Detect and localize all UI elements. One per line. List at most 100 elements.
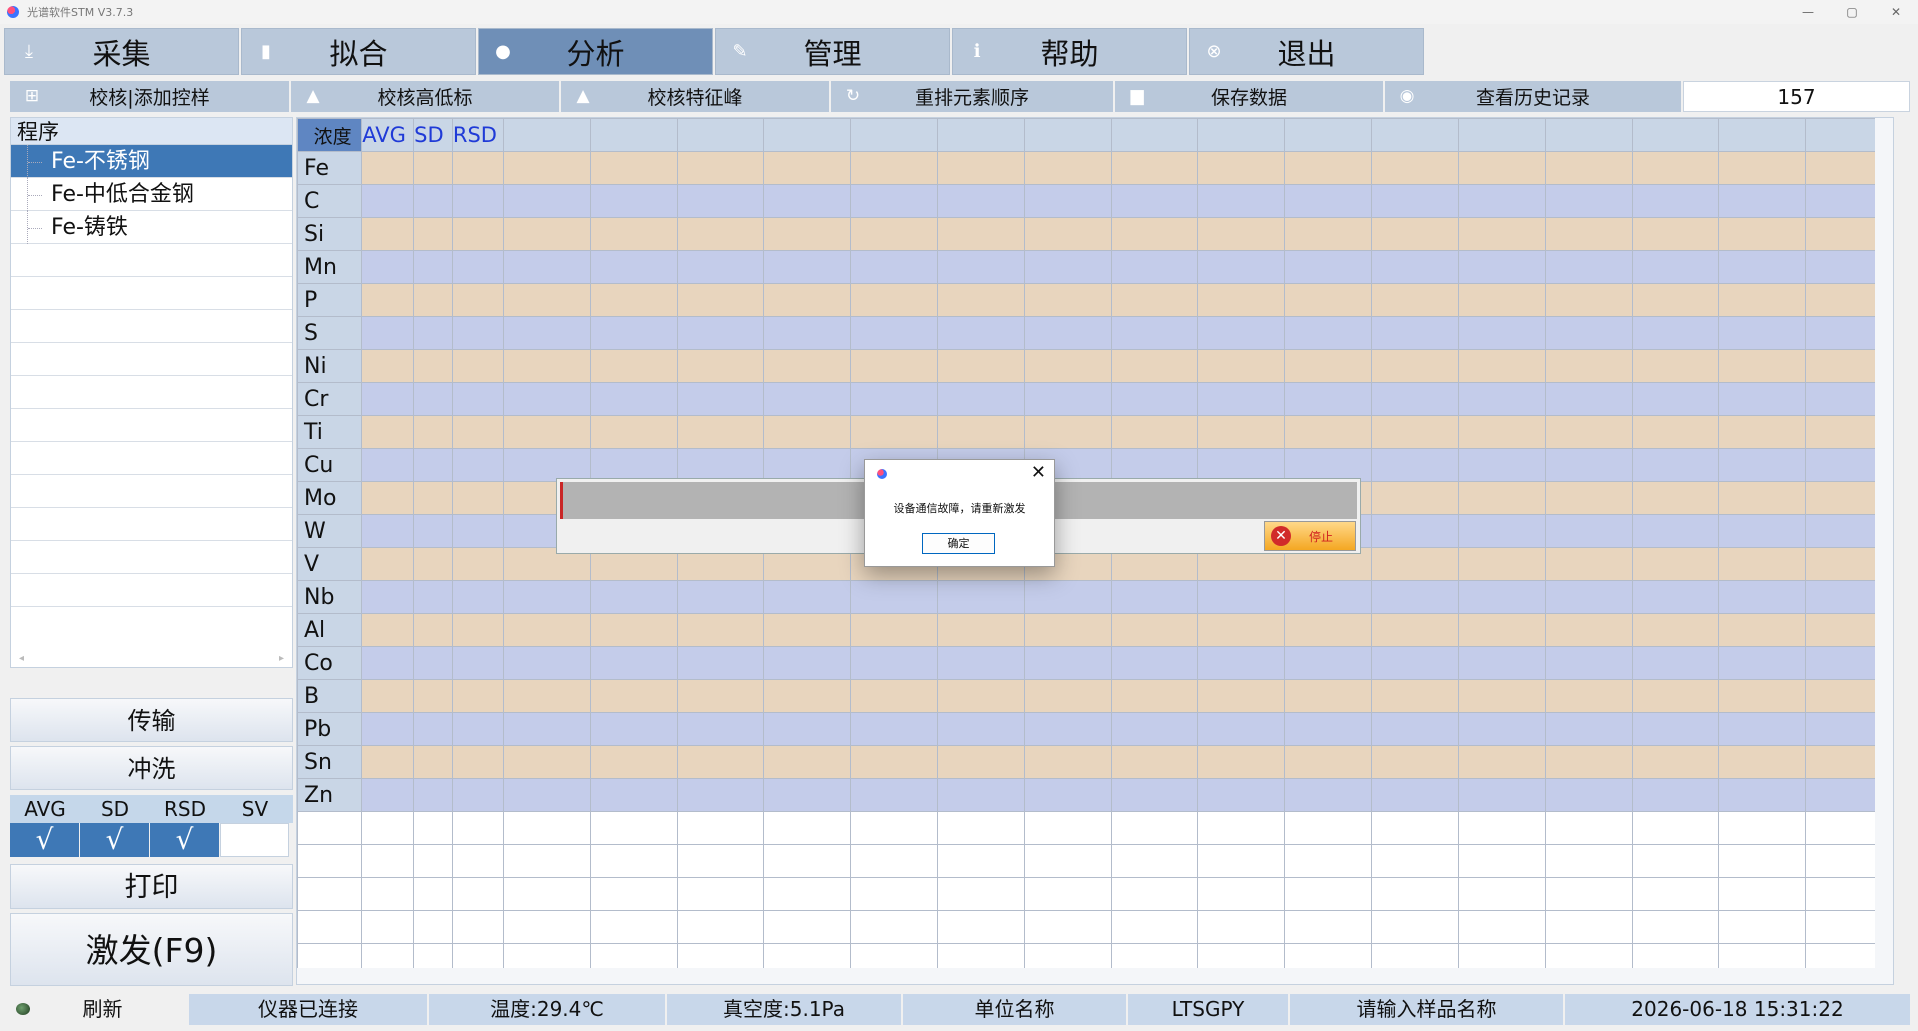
data-cell[interactable] [850,283,939,317]
save-data-button[interactable]: ▆ 保存数据 [1115,81,1385,112]
data-cell[interactable] [502,448,591,482]
data-cell[interactable] [1718,382,1807,416]
data-cell[interactable] [589,316,678,350]
data-cell[interactable] [1544,745,1633,779]
data-cell[interactable] [361,646,415,680]
data-cell[interactable] [1284,349,1373,383]
data-cell[interactable] [451,151,504,185]
data-cell[interactable] [502,646,591,680]
reorder-elements-button[interactable]: ↻ 重排元素顺序 [831,81,1115,112]
data-cell[interactable] [413,679,453,713]
data-cell[interactable] [1284,316,1373,350]
sv-checkbox[interactable] [220,823,289,857]
data-cell[interactable] [850,250,939,284]
data-cell[interactable] [937,712,1025,746]
data-cell[interactable] [1631,316,1720,350]
data-cell[interactable] [1371,250,1459,284]
data-cell[interactable] [1457,184,1546,218]
data-cell[interactable] [589,679,678,713]
data-cell[interactable] [1110,415,1199,449]
data-cell[interactable] [1371,646,1459,680]
data-cell[interactable] [589,349,678,383]
data-cell[interactable] [589,151,678,185]
data-cell[interactable] [451,184,504,218]
view-history-button[interactable]: ◉ 查看历史记录 [1385,81,1683,112]
data-cell[interactable] [413,250,453,284]
data-cell[interactable] [850,382,939,416]
data-cell[interactable] [763,679,852,713]
refresh-status[interactable]: 刷新 [8,994,187,1025]
data-cell[interactable] [1718,250,1807,284]
data-cell[interactable] [361,745,415,779]
data-cell[interactable] [1544,712,1633,746]
data-cell[interactable] [937,646,1025,680]
data-cell[interactable] [1284,283,1373,317]
data-cell[interactable] [763,613,852,647]
data-cell[interactable] [451,349,504,383]
data-cell[interactable] [937,382,1025,416]
data-cell[interactable] [1110,580,1199,614]
data-cell[interactable] [1023,283,1112,317]
data-cell[interactable] [1631,415,1720,449]
data-cell[interactable] [451,448,504,482]
data-cell[interactable] [1631,745,1720,779]
data-cell[interactable] [1023,316,1112,350]
data-cell[interactable] [763,316,852,350]
data-cell[interactable] [1718,547,1807,581]
data-cell[interactable] [1631,646,1720,680]
data-cell[interactable] [413,184,453,218]
data-cell[interactable] [850,349,939,383]
program-item[interactable]: Fe-不锈钢 [11,145,292,178]
data-cell[interactable] [850,745,939,779]
data-cell[interactable] [1371,547,1459,581]
data-cell[interactable] [1718,712,1807,746]
data-cell[interactable] [937,349,1025,383]
data-cell[interactable] [1544,415,1633,449]
data-cell[interactable] [1110,679,1199,713]
data-cell[interactable] [1110,316,1199,350]
data-cell[interactable] [1371,481,1459,515]
data-cell[interactable] [502,283,591,317]
data-cell[interactable] [1631,217,1720,251]
data-cell[interactable] [413,514,453,548]
minimize-button[interactable]: — [1786,0,1830,24]
data-cell[interactable] [502,250,591,284]
data-cell[interactable] [1197,184,1286,218]
data-cell[interactable] [937,745,1025,779]
data-cell[interactable] [937,217,1025,251]
data-cell[interactable] [1457,349,1546,383]
data-cell[interactable] [413,613,453,647]
data-cell[interactable] [763,250,852,284]
data-cell[interactable] [1718,514,1807,548]
data-cell[interactable] [937,415,1025,449]
data-cell[interactable] [1371,778,1459,812]
data-cell[interactable] [413,316,453,350]
data-cell[interactable] [1631,448,1720,482]
data-cell[interactable] [676,316,765,350]
data-cell[interactable] [451,481,504,515]
data-cell[interactable] [413,382,453,416]
data-cell[interactable] [1718,613,1807,647]
data-cell[interactable] [937,184,1025,218]
data-cell[interactable] [1371,613,1459,647]
data-cell[interactable] [850,415,939,449]
data-cell[interactable] [676,712,765,746]
data-cell[interactable] [589,448,678,482]
data-cell[interactable] [413,481,453,515]
data-cell[interactable] [1457,646,1546,680]
data-cell[interactable] [1718,646,1807,680]
data-cell[interactable] [361,547,415,581]
data-cell[interactable] [1023,250,1112,284]
data-cell[interactable] [1457,481,1546,515]
data-cell[interactable] [676,382,765,416]
data-cell[interactable] [1023,745,1112,779]
vertical-scrollbar[interactable] [1875,118,1893,984]
data-cell[interactable] [361,613,415,647]
data-cell[interactable] [361,679,415,713]
data-cell[interactable] [1544,217,1633,251]
data-cell[interactable] [1284,448,1373,482]
data-cell[interactable] [1457,613,1546,647]
data-cell[interactable] [502,580,591,614]
window-close-button[interactable]: ✕ [1874,0,1918,24]
data-cell[interactable] [1544,448,1633,482]
